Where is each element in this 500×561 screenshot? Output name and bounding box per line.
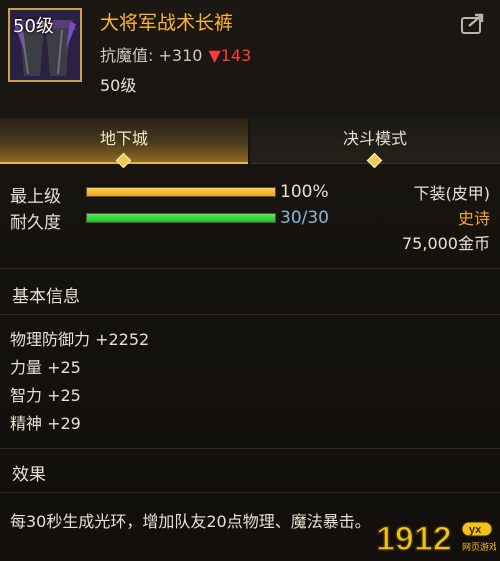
- max-level-value: 100%: [280, 182, 329, 202]
- item-name: 大将军战术长裤: [100, 12, 234, 34]
- mode-tabs: 地下城 决斗模式: [0, 118, 500, 164]
- item-rarity: 史诗: [457, 209, 490, 228]
- site-watermark-logo: 1912 yx 网页游戏: [375, 518, 498, 559]
- attr-physical-defense: 物理防御力 +2252: [10, 330, 150, 349]
- magic-resist-stat: 抗魔值: +310 ▼143: [100, 42, 251, 66]
- item-level-badge: 50级: [13, 16, 54, 37]
- svg-text:1912: 1912: [376, 520, 452, 556]
- divider: [0, 314, 500, 315]
- divider: [0, 448, 500, 449]
- required-level: 50级: [100, 76, 137, 95]
- share-button[interactable]: [460, 12, 486, 36]
- item-icon[interactable]: 50级: [8, 8, 82, 82]
- attr-intelligence: 智力 +25: [10, 386, 81, 405]
- effect-title: 效果: [12, 465, 46, 485]
- durability-bar-fill: [87, 214, 275, 222]
- share-icon: [461, 13, 484, 34]
- item-type: 下装(皮甲): [413, 184, 491, 203]
- durability-value: 30/30: [280, 208, 329, 228]
- divider: [0, 492, 500, 493]
- durability-label: 耐久度: [10, 213, 61, 233]
- durability-bar: [86, 213, 276, 223]
- max-level-label: 最上级: [10, 187, 61, 207]
- svg-text:yx: yx: [469, 524, 482, 536]
- item-price: 75,000金币: [402, 234, 490, 253]
- attr-strength: 力量 +25: [10, 358, 81, 377]
- effect-text: 每30秒生成光环，增加队友20点物理、魔法暴击。: [10, 512, 371, 531]
- attr-spirit: 精神 +29: [10, 414, 81, 433]
- max-level-bar: [86, 187, 276, 197]
- max-level-bar-fill: [87, 188, 275, 196]
- magic-resist-change: ▼143: [208, 46, 252, 65]
- item-tooltip-panel: 50级 大将军战术长裤 抗魔值: +310 ▼143 50级 地下城 决斗模式 最…: [0, 0, 500, 561]
- basic-info-title: 基本信息: [12, 287, 80, 307]
- magic-resist-label: 抗魔值: +310: [100, 46, 203, 65]
- divider: [0, 268, 500, 269]
- svg-text:网页游戏: 网页游戏: [462, 541, 496, 553]
